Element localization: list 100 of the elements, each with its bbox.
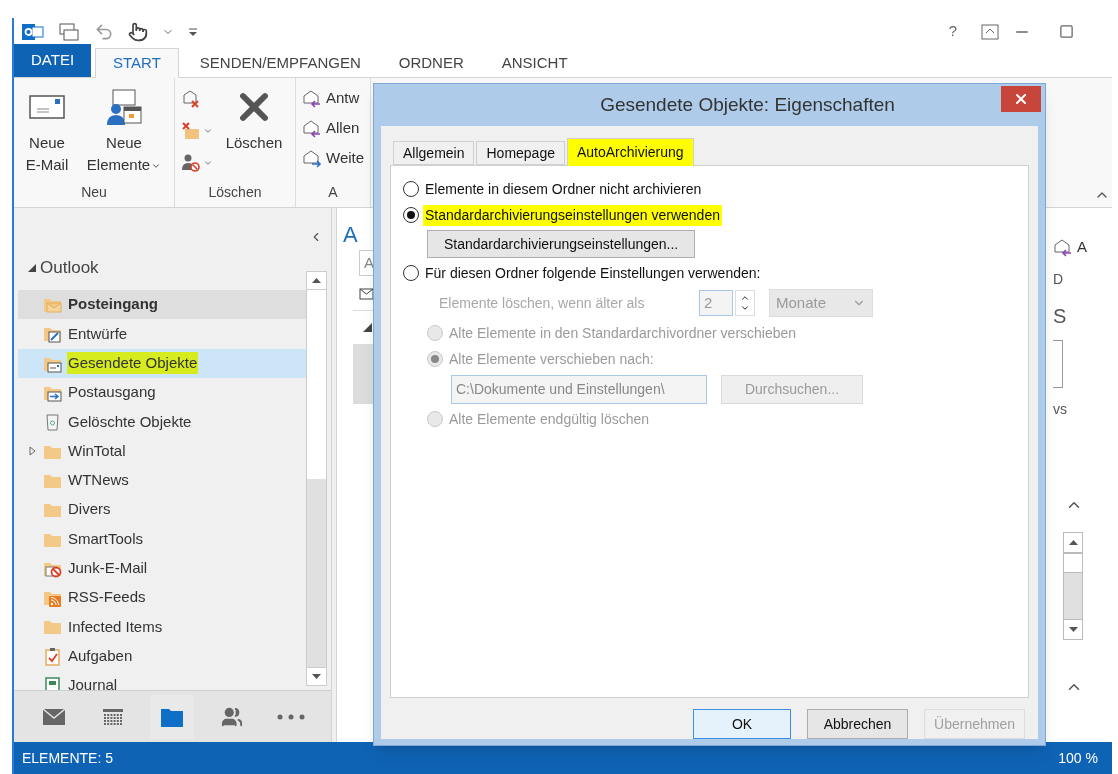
dialog-button[interactable]: OK — [693, 709, 791, 739]
expand-triangle-icon[interactable] — [28, 446, 36, 457]
dialog-button[interactable]: Abbrechen — [807, 709, 908, 739]
folder-item[interactable]: Gesendete Objekte — [18, 348, 306, 378]
ribbon-small-button[interactable]: Antw — [302, 86, 365, 110]
folder-label: SmartTools — [67, 528, 145, 549]
more-icon[interactable] — [276, 712, 307, 721]
caret-icon[interactable] — [203, 158, 213, 168]
folder-label: Divers — [67, 499, 112, 520]
envelope-back-arrow-icon — [302, 118, 322, 138]
action-label[interactable]: A — [1077, 235, 1087, 259]
folder-label: Postausgang — [67, 382, 157, 403]
ribbon-small-button[interactable]: Allen — [302, 116, 365, 140]
scrollbar[interactable] — [1063, 532, 1083, 640]
account-name[interactable]: Outlook — [40, 255, 99, 281]
envelope-arrow-icon — [302, 148, 322, 168]
ribbon-large-button[interactable]: Neue Elemente — [80, 84, 168, 182]
person-block-icon — [181, 153, 201, 173]
folder-label: Gelöschte Objekte — [67, 411, 193, 432]
radio-button[interactable] — [403, 265, 419, 281]
option-label: Alte Elemente endgültig löschen — [448, 409, 651, 429]
scrollbar[interactable] — [306, 271, 327, 686]
folder-label: Junk-E-Mail — [67, 558, 149, 579]
clipboard-check-icon — [43, 646, 62, 666]
people-icon[interactable] — [220, 705, 243, 728]
folder-label: Entwürfe — [67, 323, 129, 344]
scroll-down-icon[interactable] — [1068, 627, 1078, 632]
number-field: 2 — [699, 290, 733, 316]
maximize-icon[interactable] — [1059, 24, 1074, 39]
group-label: Löschen — [207, 183, 263, 202]
person-calendar-icon — [104, 87, 144, 127]
folder-item[interactable]: Journal — [18, 670, 306, 690]
option-label: Standardarchivierungseinstellungen verwenden — [423, 204, 722, 226]
folder-item[interactable]: Infected Items — [18, 612, 306, 642]
scroll-up-icon[interactable] — [312, 278, 321, 283]
mail-icon[interactable] — [41, 706, 66, 727]
folder-label: Journal — [67, 675, 119, 690]
ribbon-tab[interactable]: START — [95, 48, 179, 78]
file-tab[interactable]: DATEI — [14, 44, 92, 77]
dialog-tab[interactable]: AutoArchivierung — [567, 138, 694, 166]
folder-item[interactable]: WTNews — [18, 465, 306, 496]
folder-item[interactable]: Posteingang — [18, 290, 306, 320]
customize-toolbar-icon[interactable] — [188, 25, 198, 38]
pane-heading: S — [1053, 304, 1068, 329]
envelope-back-arrow-icon — [1053, 237, 1073, 257]
spin-buttons[interactable] — [1053, 340, 1063, 388]
folder-item[interactable]: RSS-Feeds — [18, 582, 306, 613]
option-label: Alte Elemente in den Standardarchivordner verschieben — [448, 323, 798, 343]
folder-item[interactable]: Aufgaben — [18, 641, 306, 671]
spin-buttons — [735, 290, 755, 316]
folder-item[interactable]: Postausgang — [18, 377, 306, 408]
envelope-back-arrow-icon — [302, 88, 322, 108]
path-field: C:\Dokumente und Einstellungen\ — [451, 374, 707, 404]
ribbon-large-button[interactable]: Neue E-Mail — [20, 84, 74, 182]
folder-item[interactable]: Gelöschte Objekte — [18, 407, 306, 437]
scrollbar-thumb[interactable] — [1064, 553, 1082, 573]
ribbon-small-button[interactable]: Weite — [302, 146, 365, 170]
pane-text: vs — [1053, 399, 1068, 419]
close-button[interactable] — [1001, 86, 1041, 112]
folder-item[interactable]: SmartTools — [18, 524, 306, 554]
zoom-level: 100 % — [1058, 748, 1098, 768]
option-label: Elemente in diesem Ordner nicht archivieren — [424, 179, 703, 199]
group-label: A — [327, 183, 339, 202]
settings-button[interactable]: Standardarchivierungseinstellungen... — [427, 230, 696, 258]
ribbon-tab[interactable]: ORDNER — [381, 48, 481, 78]
dialog-tab[interactable]: Allgemein — [393, 141, 475, 165]
calendar-icon[interactable] — [102, 706, 125, 727]
radio-button[interactable] — [403, 181, 419, 197]
close-icon[interactable] — [1013, 91, 1029, 107]
ribbon-large-button[interactable]: Löschen — [219, 84, 289, 182]
dialog-tab[interactable]: Homepage — [476, 141, 565, 165]
pane-heading: A — [343, 221, 358, 249]
dialog-title: Gesendete Objekte: Eigenschaften — [599, 92, 896, 117]
age-label: Elemente löschen, wenn älter als — [439, 293, 646, 313]
folder-item[interactable]: Junk-E-Mail — [18, 553, 306, 583]
touch-mode-icon[interactable] — [128, 21, 148, 42]
folder-item[interactable]: Entwürfe — [18, 319, 306, 349]
journal-icon — [43, 676, 62, 690]
option-label: Für diesen Ordner folgende Einstellungen verwenden: — [424, 263, 762, 283]
scroll-up-icon[interactable] — [1068, 540, 1078, 545]
folder-label: Infected Items — [67, 616, 164, 637]
radio-button[interactable] — [403, 207, 419, 223]
mail-x-icon — [181, 121, 201, 141]
ribbon-display-icon[interactable] — [981, 23, 999, 40]
ribbon-tab[interactable]: ANSICHT — [484, 48, 585, 78]
folder-label: WTNews — [67, 470, 130, 491]
pane-text: D — [1053, 269, 1065, 289]
folder-label: Gesendete Objekte — [67, 352, 199, 375]
send-receive-icon[interactable] — [58, 21, 80, 42]
envelope-icon[interactable] — [359, 288, 375, 302]
folder-item[interactable]: WinTotal — [18, 436, 306, 466]
undo-icon[interactable] — [94, 21, 114, 42]
scroll-down-icon[interactable] — [312, 674, 321, 679]
folder-item[interactable]: Divers — [18, 495, 306, 525]
caret-icon[interactable] — [203, 126, 213, 136]
ribbon-tab[interactable]: SENDEN/EMPFANGEN — [182, 48, 378, 78]
outlook-logo-icon — [22, 21, 44, 42]
expand-triangle-icon[interactable] — [28, 264, 36, 272]
help-button[interactable]: ? — [939, 20, 967, 43]
sort-triangle-icon[interactable] — [363, 323, 372, 332]
